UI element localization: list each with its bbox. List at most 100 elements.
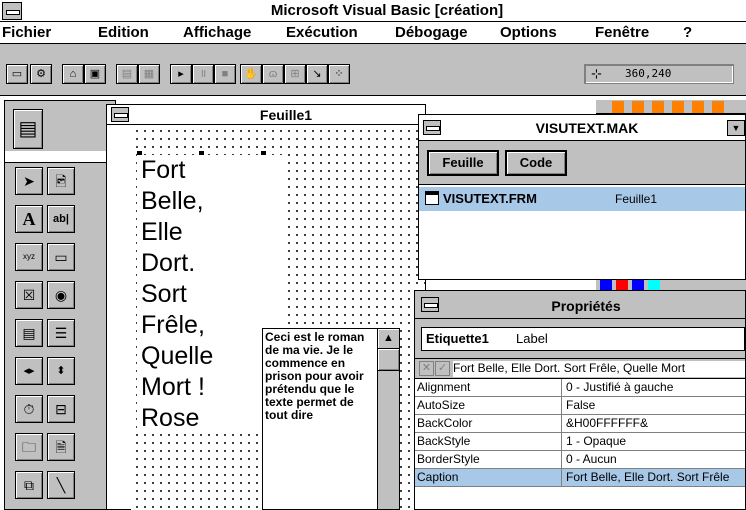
property-row[interactable]: Alignment 0 - Justifié à gauche: [415, 379, 745, 397]
textbox-scrollbar[interactable]: ▲: [377, 329, 399, 509]
palette-swatch[interactable]: [648, 280, 660, 290]
property-edit-bar: ✕ ✓ Fort Belle, Elle Dort. Sort Frêle, Q…: [415, 359, 745, 379]
menu-execution[interactable]: Exécution: [286, 24, 358, 42]
timer-tool-icon[interactable]: ⏱: [15, 395, 43, 423]
drive-list-tool-icon[interactable]: ⊟: [47, 395, 75, 423]
pointer-tool-icon[interactable]: ➤: [15, 167, 43, 195]
palette-swatch[interactable]: [672, 101, 684, 113]
calls-button[interactable]: ⊞: [284, 64, 306, 84]
form-file-icon: [425, 191, 439, 205]
menu-affichage[interactable]: Affichage: [183, 24, 251, 42]
property-value: Fort Belle, Elle Dort. Sort Frêle: [561, 469, 745, 486]
view-form-button[interactable]: Feuille: [427, 150, 499, 176]
property-row[interactable]: BackColor &H00FFFFFF&: [415, 415, 745, 433]
frame-tool-icon[interactable]: xyz: [15, 243, 43, 271]
palette-swatch[interactable]: [616, 280, 628, 290]
menu-edition[interactable]: Edition: [98, 24, 149, 42]
step-into-button[interactable]: ↘: [306, 64, 328, 84]
project-file-name: VISUTEXT.FRM: [443, 191, 537, 206]
crosshair-icon: ⊹: [591, 66, 602, 81]
project-title-bar[interactable]: VISUTEXT.MAK ▼: [419, 115, 745, 141]
properties-title: Propriétés: [551, 298, 621, 314]
label-line: Fort: [137, 155, 287, 186]
save-project-button[interactable]: ▣: [84, 64, 106, 84]
project-title: VISUTEXT.MAK: [535, 120, 639, 136]
property-value: 0 - Aucun: [561, 451, 745, 468]
palette-swatch[interactable]: [712, 101, 724, 113]
app-title: Microsoft Visual Basic [création]: [270, 2, 504, 19]
form-title-bar[interactable]: Feuille1: [107, 105, 425, 125]
object-name: Etiquette1: [426, 331, 489, 346]
stop-button[interactable]: ■: [214, 64, 236, 84]
picture-box-tool-icon[interactable]: 🖻: [47, 167, 75, 195]
property-name: AutoSize: [417, 398, 466, 412]
palette-swatch[interactable]: [692, 101, 704, 113]
project-file-row[interactable]: VISUTEXT.FRM Feuille1: [419, 187, 745, 211]
properties-window[interactable]: Propriétés Etiquette1 Label ✕ ✓ Fort Bel…: [414, 290, 746, 510]
scroll-thumb[interactable]: [378, 349, 399, 371]
object-type: Label: [516, 331, 548, 346]
property-row[interactable]: AutoSize False: [415, 397, 745, 415]
properties-button[interactable]: ▦: [138, 64, 160, 84]
position-readout: ⊹ 360,240: [584, 64, 734, 84]
vscrollbar-tool-icon[interactable]: ⬍: [47, 357, 75, 385]
option-button-tool-icon[interactable]: ◉: [47, 281, 75, 309]
property-name: Alignment: [417, 380, 471, 394]
property-value: 1 - Opaque: [561, 433, 745, 450]
run-button[interactable]: ▸: [170, 64, 192, 84]
properties-title-bar[interactable]: Propriétés: [415, 291, 745, 319]
open-project-button[interactable]: ⌂: [62, 64, 84, 84]
toolbox-logo-icon: ▤: [13, 109, 43, 149]
toolbox-header: [5, 151, 115, 163]
command-button-tool-icon[interactable]: ▭: [47, 243, 75, 271]
textbox-tool-icon[interactable]: ab|: [47, 205, 75, 233]
toolbox: ▤ ➤ 🖻 A ab| xyz ▭ ☒ ◉ ▤ ☰ ◂▸ ⬍ ⏱ ⊟ 🗀 🗎 ⧉…: [4, 100, 116, 510]
new-form-button[interactable]: ▭: [6, 64, 28, 84]
step-over-button[interactable]: ⁘: [328, 64, 350, 84]
project-button-bar: Feuille Code: [419, 141, 745, 185]
instant-watch-button[interactable]: ɷ: [262, 64, 284, 84]
property-name: BackStyle: [417, 434, 471, 448]
listbox-tool-icon[interactable]: ☰: [47, 319, 75, 347]
cancel-edit-icon[interactable]: ✕: [419, 361, 434, 376]
menu-fichier[interactable]: Fichier: [2, 24, 51, 42]
file-list-tool-icon[interactable]: 🗎: [47, 433, 75, 461]
palette-swatch[interactable]: [652, 101, 664, 113]
palette-swatch[interactable]: [600, 280, 612, 290]
breakpoint-button[interactable]: ✋: [240, 64, 262, 84]
minimize-arrow-icon[interactable]: ▼: [727, 120, 745, 136]
object-selector[interactable]: Etiquette1 Label: [421, 327, 745, 351]
property-row[interactable]: BorderStyle 0 - Aucun: [415, 451, 745, 469]
menu-help[interactable]: ?: [683, 24, 692, 42]
property-name: BackColor: [417, 416, 473, 430]
new-module-button[interactable]: ⚙: [30, 64, 52, 84]
palette-swatch[interactable]: [612, 101, 624, 113]
property-value: 0 - Justifié à gauche: [561, 379, 745, 396]
label-tool-icon[interactable]: A: [15, 205, 43, 233]
property-value-input[interactable]: Fort Belle, Elle Dort. Sort Frêle, Quell…: [453, 361, 745, 377]
property-row[interactable]: BackStyle 1 - Opaque: [415, 433, 745, 451]
combobox-tool-icon[interactable]: ▤: [15, 319, 43, 347]
project-window[interactable]: VISUTEXT.MAK ▼ Feuille Code VISUTEXT.FRM…: [418, 114, 746, 280]
color-palette-strip: [596, 100, 746, 114]
confirm-edit-icon[interactable]: ✓: [435, 361, 450, 376]
menu-options[interactable]: Options: [500, 24, 557, 42]
line-tool-icon[interactable]: ╲: [47, 471, 75, 499]
scroll-up-arrow-icon[interactable]: ▲: [378, 329, 399, 349]
menu-editor-button[interactable]: ▤: [116, 64, 138, 84]
checkbox-tool-icon[interactable]: ☒: [15, 281, 43, 309]
textbox-text: Ceci est le roman de ma vie. Je le comme…: [265, 330, 365, 422]
properties-table: Alignment 0 - Justifié à gauche AutoSize…: [415, 379, 745, 487]
textbox-control[interactable]: Ceci est le roman de ma vie. Je le comme…: [262, 328, 400, 510]
pause-button[interactable]: ॥: [192, 64, 214, 84]
view-code-button[interactable]: Code: [505, 150, 567, 176]
label-line: Sort: [137, 279, 287, 310]
hscrollbar-tool-icon[interactable]: ◂▸: [15, 357, 43, 385]
menu-fenetre[interactable]: Fenêtre: [595, 24, 649, 42]
palette-swatch[interactable]: [632, 101, 644, 113]
palette-swatch[interactable]: [632, 280, 644, 290]
menu-debogage[interactable]: Débogage: [395, 24, 468, 42]
property-row-selected[interactable]: Caption Fort Belle, Elle Dort. Sort Frêl…: [415, 469, 745, 487]
directory-list-tool-icon[interactable]: 🗀: [15, 433, 43, 461]
shape-tool-icon[interactable]: ⧉: [15, 471, 43, 499]
